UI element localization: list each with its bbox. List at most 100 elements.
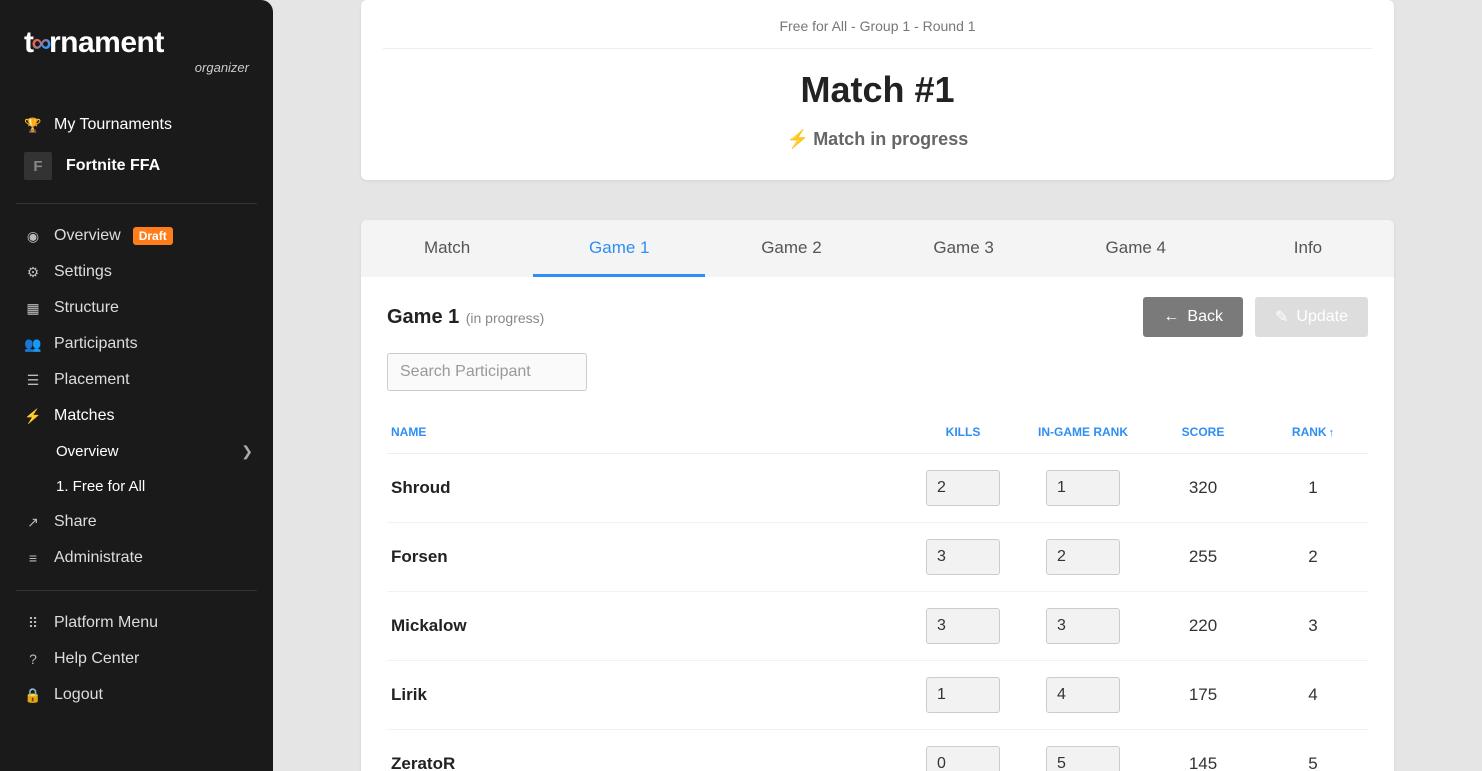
col-header-rank[interactable]: RANK↑ [1258, 415, 1368, 453]
sidebar-item-label: Placement [54, 371, 130, 389]
match-header-card: Free for All - Group 1 - Round 1 Match #… [361, 0, 1394, 180]
col-header-ingame-rank[interactable]: IN-GAME RANK [1018, 415, 1148, 453]
sidebar-item-label: Overview [56, 443, 119, 460]
share-icon: ↗ [24, 514, 42, 531]
match-status: ⚡Match in progress [383, 129, 1372, 150]
ingame-rank-input[interactable] [1046, 608, 1120, 644]
sidebar-item-administrate[interactable]: ≡ Administrate [0, 540, 273, 576]
sidebar-item-label: Help Center [54, 650, 139, 668]
tab-game-2[interactable]: Game 2 [705, 220, 877, 277]
dashboard-icon: ◉ [24, 228, 42, 245]
gear-icon: ⚙ [24, 264, 42, 281]
rank-cell: 5 [1258, 729, 1368, 771]
tab-match[interactable]: Match [361, 220, 533, 277]
participant-name: Shroud [387, 453, 908, 522]
grid-icon: ▦ [24, 300, 42, 317]
bolt-icon: ⚡ [24, 408, 42, 425]
logo-suffix: rnament [49, 28, 164, 58]
sidebar-subitem-matches-overview[interactable]: Overview ❯ [0, 434, 273, 469]
results-table: NAME KILLS IN-GAME RANK SCORE RANK↑ Shro… [387, 415, 1368, 771]
update-button-label: Update [1296, 308, 1348, 326]
sidebar-item-logout[interactable]: 🔒 Logout [0, 677, 273, 713]
game-title: Game 1 [387, 306, 459, 328]
col-header-kills[interactable]: KILLS [908, 415, 1018, 453]
score-cell: 255 [1148, 522, 1258, 591]
rank-cell: 2 [1258, 522, 1368, 591]
page-title: Match #1 [383, 69, 1372, 111]
sidebar-item-label: Share [54, 513, 97, 531]
sidebar: t ∞ rnament organizer 🏆 My Tournaments F… [0, 0, 273, 771]
sidebar-item-label: 1. Free for All [56, 478, 145, 495]
list-icon: ☰ [24, 372, 42, 389]
col-header-name[interactable]: NAME [387, 415, 908, 453]
kills-input[interactable] [926, 539, 1000, 575]
pencil-icon: ✎ [1275, 307, 1288, 327]
question-icon: ? [24, 651, 42, 667]
table-row: Shroud3201 [387, 453, 1368, 522]
game-heading: Game 1 (in progress) [387, 306, 544, 329]
database-icon: ≡ [24, 550, 42, 566]
kills-input[interactable] [926, 470, 1000, 506]
tab-game-3[interactable]: Game 3 [878, 220, 1050, 277]
sidebar-item-label: Participants [54, 335, 138, 353]
table-row: Forsen2552 [387, 522, 1368, 591]
sidebar-item-my-tournaments[interactable]: 🏆 My Tournaments [0, 107, 273, 143]
main-content: Free for All - Group 1 - Round 1 Match #… [273, 0, 1482, 771]
game-state: (in progress) [466, 310, 545, 326]
search-input[interactable] [387, 353, 587, 391]
ingame-rank-input[interactable] [1046, 539, 1120, 575]
score-cell: 145 [1148, 729, 1258, 771]
back-button[interactable]: ← Back [1143, 297, 1243, 337]
participant-name: Lirik [387, 660, 908, 729]
kills-input[interactable] [926, 677, 1000, 713]
ingame-rank-input[interactable] [1046, 746, 1120, 771]
tab-game-1[interactable]: Game 1 [533, 220, 705, 277]
participant-name: ZeratoR [387, 729, 908, 771]
sidebar-item-settings[interactable]: ⚙ Settings [0, 254, 273, 290]
rank-cell: 1 [1258, 453, 1368, 522]
sidebar-item-share[interactable]: ↗ Share [0, 504, 273, 540]
logo[interactable]: t ∞ rnament organizer [0, 28, 273, 99]
menu-grid-icon: ⠿ [24, 615, 42, 632]
back-button-label: Back [1187, 308, 1223, 326]
update-button[interactable]: ✎ Update [1255, 297, 1368, 337]
sidebar-item-participants[interactable]: 👥 Participants [0, 326, 273, 362]
sidebar-item-structure[interactable]: ▦ Structure [0, 290, 273, 326]
sidebar-item-label: Fortnite FFA [66, 157, 160, 175]
tabs: MatchGame 1Game 2Game 3Game 4Info [361, 220, 1394, 277]
sidebar-item-label: Matches [54, 407, 114, 425]
table-row: Lirik 1754 [387, 660, 1368, 729]
divider [16, 590, 257, 591]
sidebar-item-matches[interactable]: ⚡ Matches [0, 398, 273, 434]
rank-cell: 3 [1258, 591, 1368, 660]
sidebar-item-current-tournament[interactable]: F Fortnite FFA [0, 143, 273, 189]
chevron-right-icon: ❯ [241, 443, 253, 460]
table-row: Mickalow2203 [387, 591, 1368, 660]
col-header-score[interactable]: SCORE [1148, 415, 1258, 453]
users-icon: 👥 [24, 336, 42, 353]
score-cell: 175 [1148, 660, 1258, 729]
game-panel: MatchGame 1Game 2Game 3Game 4Info Game 1… [361, 220, 1394, 771]
sidebar-item-label: Administrate [54, 549, 143, 567]
sidebar-item-overview[interactable]: ◉ Overview Draft [0, 218, 273, 254]
sidebar-item-help-center[interactable]: ? Help Center [0, 641, 273, 677]
sidebar-item-platform-menu[interactable]: ⠿ Platform Menu [0, 605, 273, 641]
rank-cell: 4 [1258, 660, 1368, 729]
kills-input[interactable] [926, 608, 1000, 644]
trophy-icon: 🏆 [24, 117, 42, 134]
sort-asc-icon: ↑ [1329, 427, 1335, 439]
participant-name: Mickalow [387, 591, 908, 660]
sidebar-item-placement[interactable]: ☰ Placement [0, 362, 273, 398]
sidebar-item-label: Structure [54, 299, 119, 317]
sidebar-subitem-matches-stage[interactable]: 1. Free for All [0, 469, 273, 504]
tab-game-4[interactable]: Game 4 [1050, 220, 1222, 277]
breadcrumb: Free for All - Group 1 - Round 1 [383, 18, 1372, 49]
tab-info[interactable]: Info [1222, 220, 1394, 277]
ingame-rank-input[interactable] [1046, 470, 1120, 506]
sidebar-item-label: Overview [54, 227, 121, 245]
ingame-rank-input[interactable] [1046, 677, 1120, 713]
match-status-text: Match in progress [813, 129, 968, 149]
kills-input[interactable] [926, 746, 1000, 771]
game-icon: F [24, 152, 52, 180]
sidebar-item-label: My Tournaments [54, 116, 172, 134]
